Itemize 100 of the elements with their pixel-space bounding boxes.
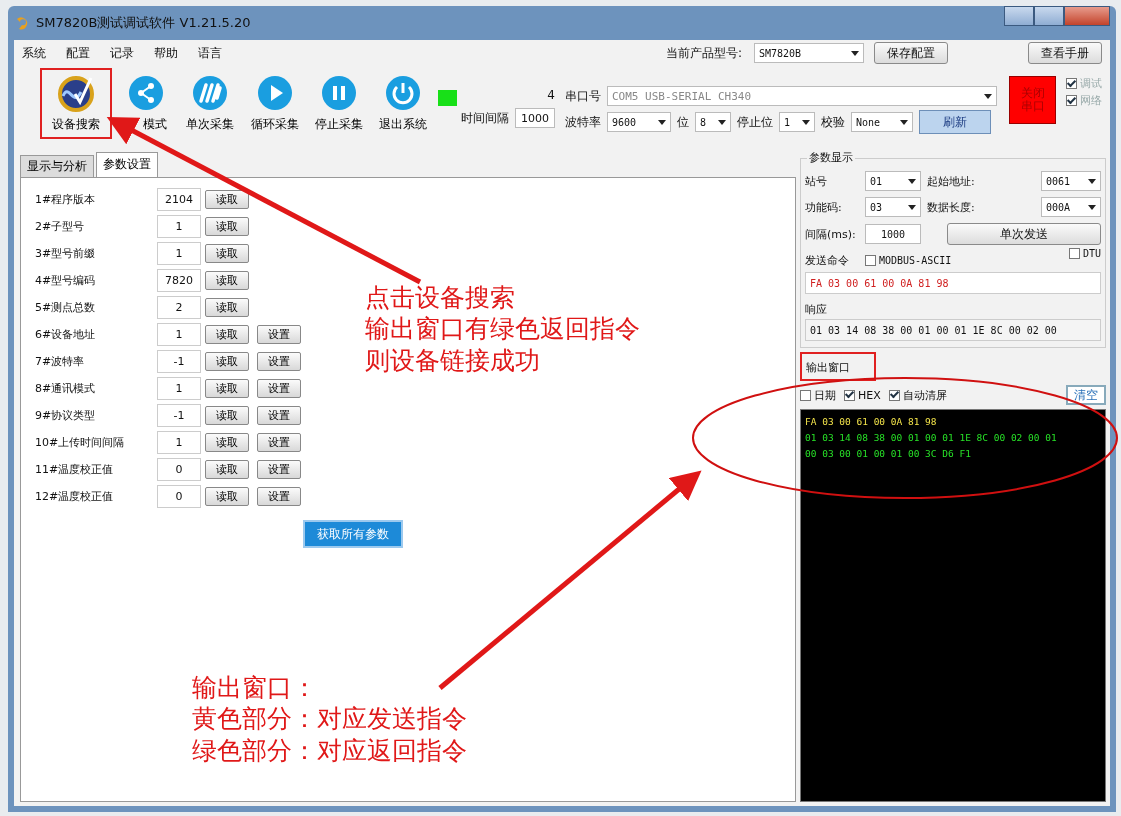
set-button[interactable]: 设置 (257, 460, 301, 479)
menu-item[interactable]: 语言 (198, 44, 222, 62)
maximize-button[interactable] (1034, 6, 1064, 26)
checkbox[interactable] (1068, 248, 1080, 259)
toolbar-button[interactable]: 循环采集 (244, 68, 305, 139)
dropdown-caret-icon (908, 178, 916, 184)
param-value-field[interactable]: -1 (157, 350, 201, 373)
clear-button[interactable]: 清空 (1066, 385, 1106, 405)
checkbox[interactable] (888, 389, 900, 401)
param-label: 3#型号前缀 (35, 246, 97, 261)
set-button[interactable]: 设置 (257, 352, 301, 371)
read-button[interactable]: 读取 (205, 352, 249, 371)
interval-field[interactable]: 1000 (514, 108, 555, 128)
set-button[interactable]: 设置 (257, 379, 301, 398)
read-button[interactable]: 读取 (205, 379, 249, 398)
param-value-field[interactable]: 1 (157, 377, 201, 400)
close-button[interactable] (1064, 6, 1110, 26)
data-length-dropdown[interactable]: 000A (1041, 197, 1101, 217)
manual-button[interactable]: 查看手册 (1028, 42, 1102, 64)
data-bits-dropdown[interactable]: 8 (694, 112, 731, 132)
read-button[interactable]: 读取 (205, 460, 249, 479)
toolbar-button[interactable]: 设备搜索 (40, 68, 112, 139)
port-dropdown[interactable]: COM5 USB-SERIAL CH340 (606, 86, 997, 106)
read-button[interactable]: 读取 (205, 190, 249, 209)
param-label: 11#温度校正值 (35, 462, 115, 477)
toolbar-button[interactable]: 退出系统 (373, 68, 434, 139)
checkbox-label: MODBUS-ASCII (879, 255, 952, 266)
group-title: 参数显示 (807, 150, 855, 165)
menu-item[interactable]: 记录 (110, 44, 134, 62)
station-dropdown[interactable]: 01 (865, 171, 921, 191)
param-value-field[interactable]: 0 (157, 485, 201, 508)
param-label: 5#测点总数 (35, 300, 97, 315)
station-label: 站号 (805, 173, 828, 189)
start-address-label: 起始地址: (927, 173, 976, 189)
param-value-field[interactable]: 2 (157, 296, 201, 319)
param-label: 2#子型号 (35, 219, 86, 234)
single-send-button[interactable]: 单次发送 (947, 223, 1101, 245)
interval-label: 时间间隔 (460, 109, 509, 127)
response-label: 响应 (805, 302, 828, 317)
annotation-note: 点击设备搜索 输出窗口有绿色返回指令 则设备链接成功 (365, 282, 640, 376)
read-button[interactable]: 读取 (205, 406, 249, 425)
minimize-button[interactable] (1004, 6, 1034, 26)
checkbox[interactable] (865, 255, 876, 266)
send-command-field[interactable]: FA 03 00 61 00 0A 81 98 (805, 272, 1101, 294)
start-address-dropdown[interactable]: 0061 (1041, 171, 1101, 191)
read-button[interactable]: 读取 (205, 325, 249, 344)
checkbox[interactable] (1066, 95, 1078, 106)
param-value-field[interactable]: 0 (157, 458, 201, 481)
response-field[interactable]: 01 03 14 08 38 00 01 00 01 1E 8C 00 02 00 (805, 319, 1101, 341)
toolbar-button[interactable]: 单次采集 (180, 68, 241, 139)
param-label: 8#通讯模式 (35, 381, 97, 396)
read-button[interactable]: 读取 (205, 298, 249, 317)
toolbar-button[interactable]: 模式 (115, 68, 177, 139)
read-button[interactable]: 读取 (205, 217, 249, 236)
checkbox[interactable] (844, 389, 855, 401)
refresh-button[interactable]: 刷新 (918, 110, 991, 134)
param-value-field[interactable]: 1 (157, 242, 201, 265)
dropdown-caret-icon (983, 93, 992, 99)
read-button[interactable]: 读取 (205, 244, 249, 263)
product-model-label: 当前产品型号: (665, 44, 742, 62)
tab[interactable]: 参数设置 (96, 152, 158, 177)
menu-item[interactable]: 配置 (66, 44, 90, 62)
set-button[interactable]: 设置 (257, 325, 301, 344)
param-value-field[interactable]: 1 (157, 431, 201, 454)
console-line: FA 03 00 61 00 0A 81 98 (805, 416, 938, 427)
baud-label: 波特率 (564, 113, 601, 131)
menu-item[interactable]: 帮助 (154, 44, 178, 62)
pause-icon (320, 74, 359, 112)
param-value-field[interactable]: 2104 (157, 188, 201, 211)
count-text: 4 (547, 88, 555, 102)
save-config-button[interactable]: 保存配置 (874, 42, 948, 64)
parity-dropdown[interactable]: None (850, 112, 913, 132)
param-value-field[interactable]: 1 (157, 323, 201, 346)
annotation-note: 输出窗口： 黄色部分：对应发送指令 绿色部分：对应返回指令 (192, 672, 467, 766)
set-button[interactable]: 设置 (257, 433, 301, 452)
read-button[interactable]: 读取 (205, 271, 249, 290)
get-all-params-button[interactable]: 获取所有参数 (303, 520, 403, 548)
baud-dropdown[interactable]: 9600 (606, 112, 671, 132)
set-button[interactable]: 设置 (257, 487, 301, 506)
menu-item[interactable]: 系统 (22, 44, 46, 62)
dropdown-caret-icon (717, 119, 726, 125)
tab[interactable]: 显示与分析 (20, 155, 94, 177)
stop-bits-dropdown[interactable]: 1 (778, 112, 815, 132)
dropdown-caret-icon (1088, 178, 1096, 184)
param-label: 6#设备地址 (35, 327, 97, 342)
set-button[interactable]: 设置 (257, 406, 301, 425)
read-button[interactable]: 读取 (205, 487, 249, 506)
product-model-dropdown[interactable]: SM7820B (754, 43, 864, 63)
data-length-label: 数据长度: (927, 199, 976, 215)
checkbox[interactable] (1066, 78, 1078, 89)
function-code-dropdown[interactable]: 03 (865, 197, 921, 217)
param-value-field[interactable]: 1 (157, 215, 201, 238)
read-button[interactable]: 读取 (205, 433, 249, 452)
interval-field[interactable]: 1000 (865, 224, 921, 244)
param-value-field[interactable]: 7820 (157, 269, 201, 292)
window-title: SM7820B测试调试软件 V1.21.5.20 (36, 14, 251, 32)
param-label: 4#型号编码 (35, 273, 97, 288)
checkbox[interactable] (800, 389, 811, 401)
toolbar-button[interactable]: 停止采集 (308, 68, 370, 139)
param-value-field[interactable]: -1 (157, 404, 201, 427)
